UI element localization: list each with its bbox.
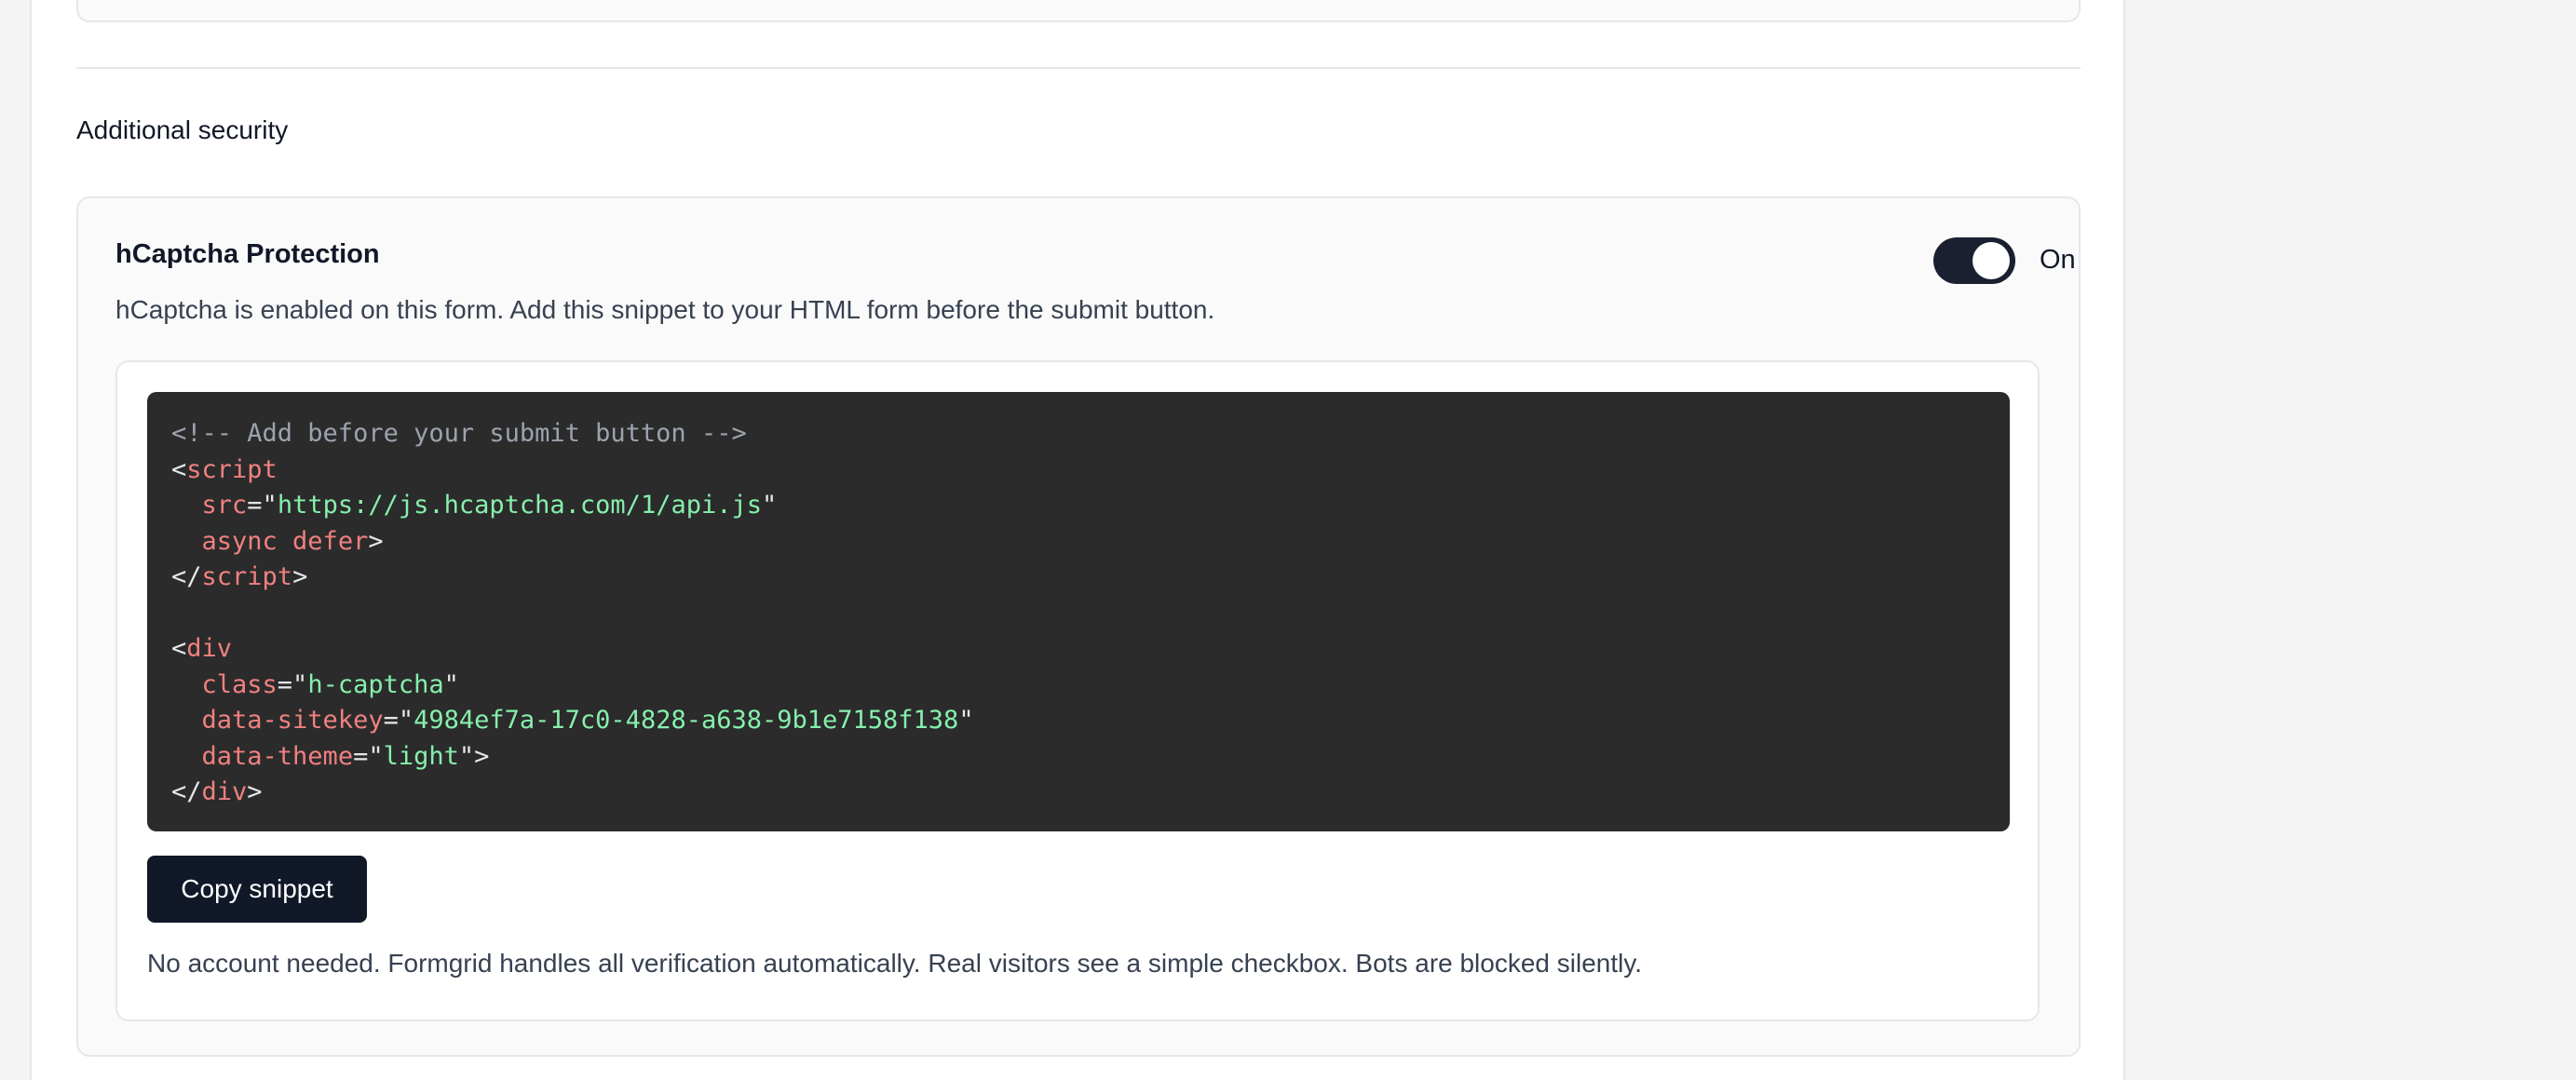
hcaptcha-toggle[interactable] xyxy=(1933,237,2015,284)
right-empty-area xyxy=(2125,0,2576,1080)
left-sidebar-strip xyxy=(0,0,32,1080)
toggle-knob xyxy=(1973,242,2010,279)
code-theme-attr: data-theme xyxy=(201,741,354,771)
code-async-defer: async defer xyxy=(201,526,369,556)
toggle-state-label: On xyxy=(2040,245,2076,275)
hcaptcha-card: hCaptcha Protection hCaptcha is enabled … xyxy=(76,196,2081,1057)
code-class-value: h-captcha xyxy=(307,669,444,699)
code-src-attr: src xyxy=(201,491,248,520)
code-div-tag: div xyxy=(186,634,233,663)
snippet-panel: <!-- Add before your submit button --> <… xyxy=(115,360,2040,1021)
code-sitekey-value: 4984ef7a-17c0-4828-a638-9b1e7158f138 xyxy=(414,706,959,735)
code-sitekey-attr: data-sitekey xyxy=(201,706,384,735)
section-title: Additional security xyxy=(76,115,289,144)
copy-snippet-button[interactable]: Copy snippet xyxy=(147,856,367,923)
section-divider xyxy=(76,67,2081,69)
hcaptcha-description: hCaptcha is enabled on this form. Add th… xyxy=(115,295,1215,324)
code-snippet: <!-- Add before your submit button --> <… xyxy=(147,392,2010,831)
code-script-tag: script xyxy=(186,454,278,484)
code-div-close-tag: div xyxy=(201,777,248,806)
code-comment: <!-- Add before your submit button --> xyxy=(171,419,747,448)
code-script-close-tag: script xyxy=(201,562,293,591)
code-theme-value: light xyxy=(383,741,459,771)
snippet-footnote: No account needed. Formgrid handles all … xyxy=(147,949,1643,978)
code-class-attr: class xyxy=(201,669,278,699)
previous-card xyxy=(76,0,2081,22)
hcaptcha-title: hCaptcha Protection xyxy=(115,239,380,269)
code-src-value: https://js.hcaptcha.com/1/api.js xyxy=(277,491,762,520)
main-panel: Additional security hCaptcha Protection … xyxy=(32,0,2125,1080)
